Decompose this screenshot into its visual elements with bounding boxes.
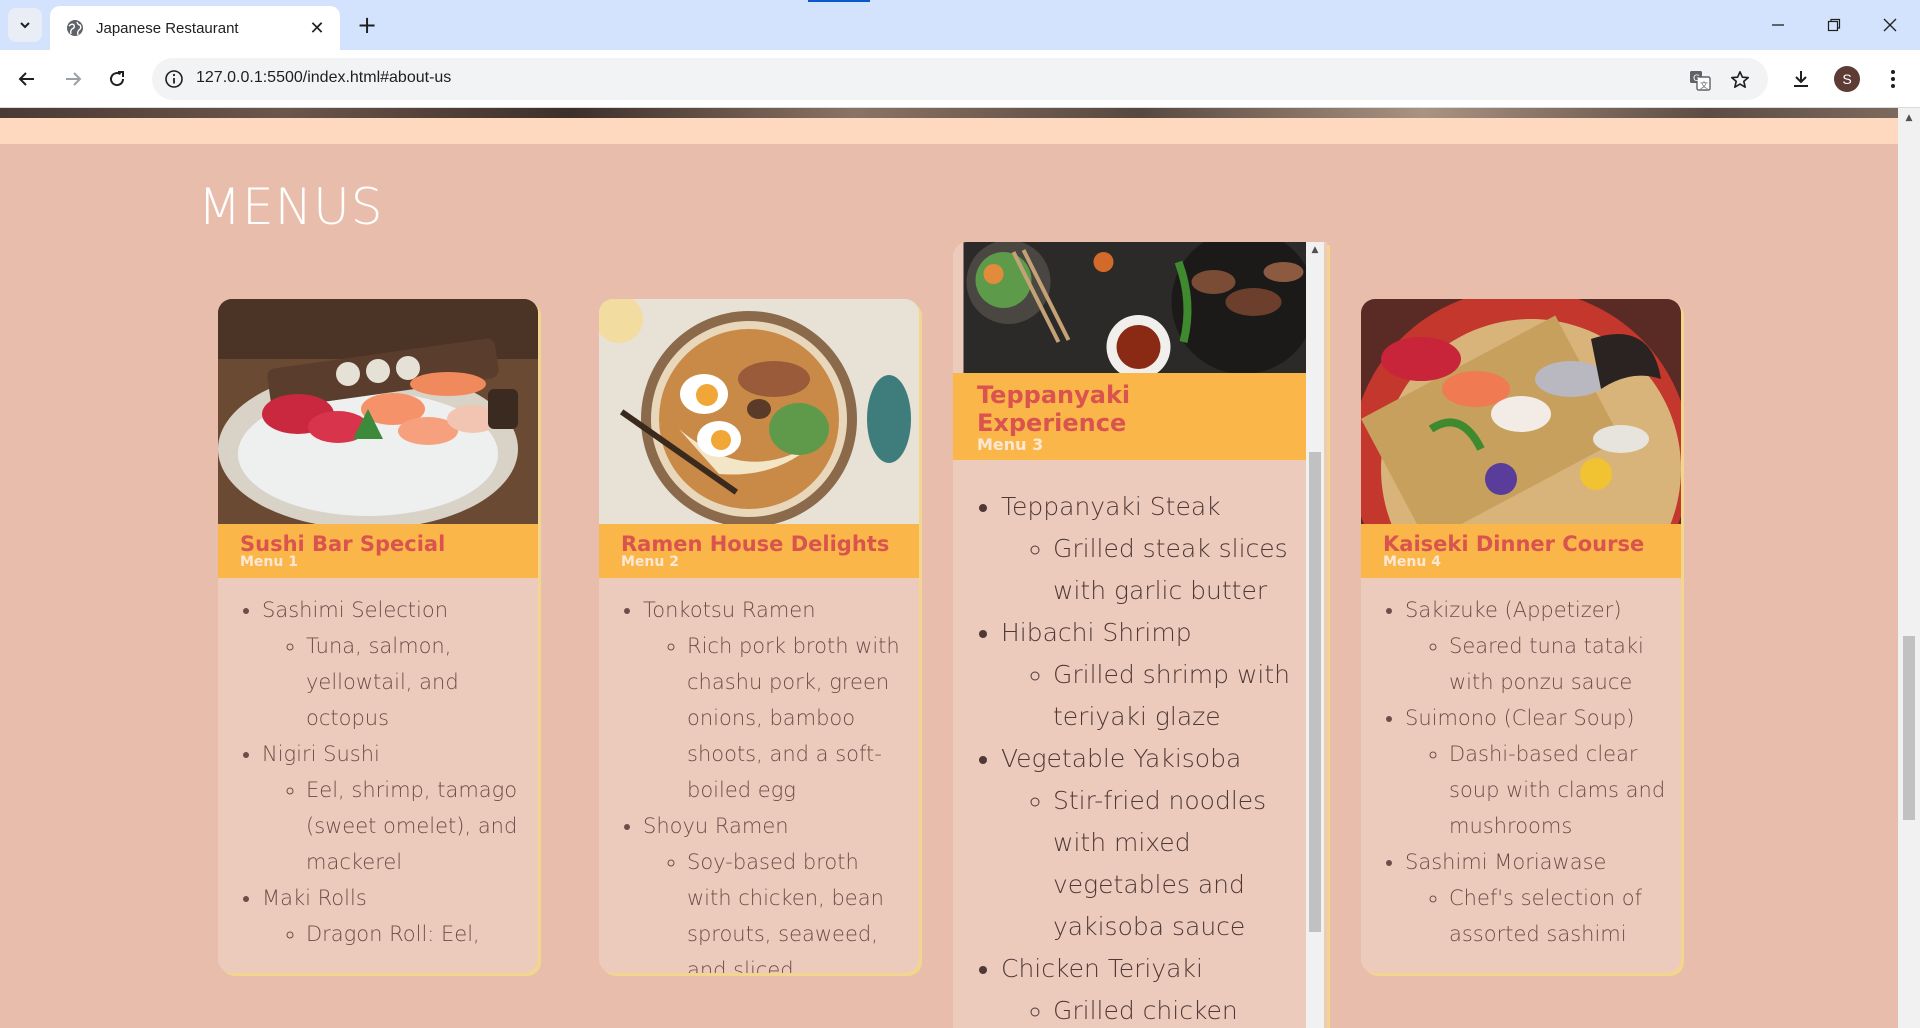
back-icon[interactable]: [10, 62, 44, 96]
profile-button[interactable]: S: [1830, 62, 1864, 96]
menu-card-header: Kaiseki Dinner Course Menu 4: [1361, 524, 1681, 578]
menu-item-desc: Dragon Roll: Eel,: [306, 916, 528, 952]
page-scroll-up-icon[interactable]: ▲: [1900, 110, 1918, 126]
menu-card-body: Sakizuke (Appetizer) Seared tuna tataki …: [1361, 578, 1681, 952]
menu-item-desc: Seared tuna tataki with ponzu sauce: [1449, 628, 1671, 700]
menu-card-title: Kaiseki Dinner Course: [1383, 532, 1645, 556]
menu-item: Chicken Teriyaki: [1001, 948, 1294, 990]
menu-card-subtitle: Menu 3: [977, 435, 1044, 454]
menu-card-header: Teppanyaki Experience Menu 3: [953, 373, 1306, 460]
active-tab[interactable]: Japanese Restaurant ✕: [50, 6, 340, 50]
menu-item: Suimono (Clear Soup): [1405, 700, 1671, 736]
menu-card-title: Sushi Bar Special: [240, 532, 446, 556]
site-info-icon[interactable]: [164, 69, 184, 89]
menu-card-header: Sushi Bar Special Menu 1: [218, 524, 538, 578]
hero-image-edge: [0, 108, 1898, 118]
scroll-down-icon[interactable]: ▼: [1306, 1024, 1324, 1028]
browser-toolbar: 127.0.0.1:5500/index.html#about-us G文 S: [0, 50, 1920, 108]
menu-item-desc: Tuna, salmon, yellowtail, and octopus: [306, 628, 528, 736]
menu-card-body: Sashimi Selection Tuna, salmon, yellowta…: [218, 578, 538, 952]
menu-card-1: Sushi Bar Special Menu 1 Sashimi Selecti…: [218, 299, 538, 973]
menu-card-header: Ramen House Delights Menu 2: [599, 524, 919, 578]
menu-item: Maki Rolls: [262, 880, 528, 916]
window-close-icon[interactable]: [1870, 8, 1910, 42]
menu-item-desc: Dashi-based clear soup with clams and mu…: [1449, 736, 1671, 844]
card-scroll-thumb[interactable]: [1309, 452, 1321, 932]
menu-list: Sashimi Selection Tuna, salmon, yellowta…: [240, 592, 528, 952]
close-icon[interactable]: ✕: [306, 18, 328, 39]
menu-item-desc: Eel, shrimp, tamago (sweet omelet), and …: [306, 772, 528, 880]
menu-item: Sashimi Selection: [262, 592, 528, 628]
menu-item-desc: Chef's selection of assorted sashimi: [1449, 880, 1671, 952]
menu-card-3[interactable]: Teppanyaki Experience Menu 3 Teppanyaki …: [953, 242, 1327, 1028]
menu-item: Tonkotsu Ramen: [643, 592, 909, 628]
sushi-platter-image: [218, 299, 538, 524]
menu-item: Sashimi Moriawase: [1405, 844, 1671, 880]
svg-text:G: G: [1693, 74, 1700, 84]
globe-icon: [67, 20, 83, 36]
bookmark-star-icon[interactable]: [1728, 68, 1752, 92]
scroll-up-icon[interactable]: ▲: [1306, 242, 1324, 258]
svg-text:文: 文: [1700, 80, 1708, 90]
menu-card-subtitle: Menu 1: [240, 554, 298, 570]
page-viewport: MENUS Sushi Bar Special Menu 1 Sashimi S…: [0, 108, 1898, 1028]
reload-icon[interactable]: [100, 62, 134, 96]
menu-item-desc: Grilled chicken with teriyaki: [1053, 990, 1294, 1028]
menu-card-subtitle: Menu 2: [621, 554, 679, 570]
menu-item-desc: Grilled shrimp with teriyaki glaze: [1053, 654, 1294, 738]
menu-list: Tonkotsu Ramen Rich pork broth with chas…: [621, 592, 909, 973]
menu-item: Shoyu Ramen: [643, 808, 909, 844]
menu-list: Sakizuke (Appetizer) Seared tuna tataki …: [1383, 592, 1671, 952]
download-icon[interactable]: [1784, 62, 1818, 96]
menu-card-4: Kaiseki Dinner Course Menu 4 Sakizuke (A…: [1361, 299, 1681, 973]
tab-strip-accent: [808, 0, 870, 2]
kaiseki-sashimi-image: [1361, 299, 1681, 524]
section-divider: [0, 118, 1898, 144]
ramen-bowl-image: [599, 299, 919, 524]
menu-card-subtitle: Menu 4: [1383, 554, 1441, 570]
menu-card-title: Ramen House Delights: [621, 532, 890, 556]
menu-card-body: Tonkotsu Ramen Rich pork broth with chas…: [599, 578, 919, 973]
menu-item-desc: Grilled steak slices with garlic butter: [1053, 528, 1294, 612]
new-tab-icon[interactable]: +: [352, 10, 382, 40]
menu-list: Teppanyaki Steak Grilled steak slices wi…: [979, 486, 1294, 1028]
page-scroll-thumb[interactable]: [1903, 636, 1915, 820]
menu-item-desc: Soy-based broth with chicken, bean sprou…: [687, 844, 909, 973]
card-scrollbar[interactable]: ▲ ▼: [1306, 242, 1324, 1028]
menu-item: Sakizuke (Appetizer): [1405, 592, 1671, 628]
menu-card-body: Teppanyaki Steak Grilled steak slices wi…: [953, 460, 1306, 1028]
tab-strip: Japanese Restaurant ✕ +: [0, 0, 1920, 50]
menu-item: Teppanyaki Steak: [1001, 486, 1294, 528]
menu-item-desc: Rich pork broth with chashu pork, green …: [687, 628, 909, 808]
section-title: MENUS: [198, 178, 384, 236]
menu-item-desc: Stir-fried noodles with mixed vegetables…: [1053, 780, 1294, 948]
address-bar[interactable]: 127.0.0.1:5500/index.html#about-us G文: [152, 58, 1768, 100]
tab-title: Japanese Restaurant: [96, 19, 239, 37]
translate-icon[interactable]: G文: [1688, 68, 1712, 92]
tab-search-button[interactable]: [8, 8, 42, 42]
menu-card-title: Teppanyaki Experience: [977, 381, 1131, 437]
restore-icon[interactable]: [1814, 8, 1854, 42]
teppanyaki-grill-image: [963, 242, 1317, 373]
tab-search-icon: [20, 22, 30, 29]
minimize-icon[interactable]: [1758, 8, 1798, 42]
avatar: S: [1834, 66, 1860, 92]
menu-item: Nigiri Sushi: [262, 736, 528, 772]
url-text[interactable]: 127.0.0.1:5500/index.html#about-us: [196, 69, 451, 87]
menu-card-2: Ramen House Delights Menu 2 Tonkotsu Ram…: [599, 299, 919, 973]
kebab-menu-icon[interactable]: [1876, 62, 1910, 96]
forward-icon[interactable]: [56, 62, 90, 96]
menu-item: Hibachi Shrimp: [1001, 612, 1294, 654]
page-scrollbar[interactable]: ▲: [1898, 108, 1920, 1028]
menu-item: Vegetable Yakisoba: [1001, 738, 1294, 780]
